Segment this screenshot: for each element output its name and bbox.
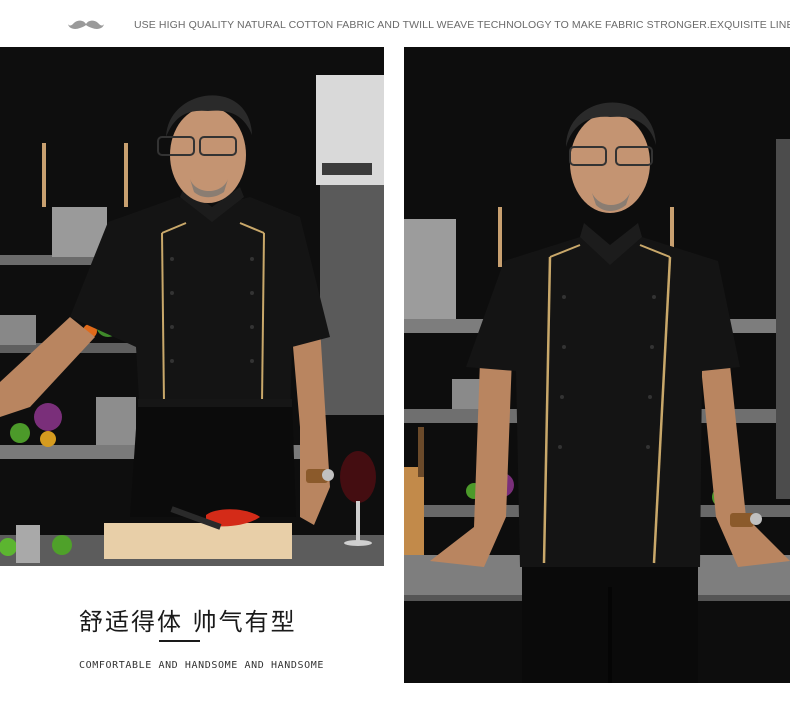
mustache-icon — [68, 20, 104, 29]
photo-chef-apron — [0, 47, 384, 566]
caption-chinese: 舒适得体 帅气有型 — [79, 608, 297, 636]
photo-chef-front — [404, 47, 790, 683]
caption-divider — [159, 640, 200, 642]
header-tagline: USE HIGH QUALITY NATURAL COTTON FABRIC A… — [134, 19, 790, 31]
caption-english: COMFORTABLE AND HANDSOME AND HANDSOME — [79, 660, 324, 671]
header-bar: USE HIGH QUALITY NATURAL COTTON FABRIC A… — [0, 0, 790, 46]
